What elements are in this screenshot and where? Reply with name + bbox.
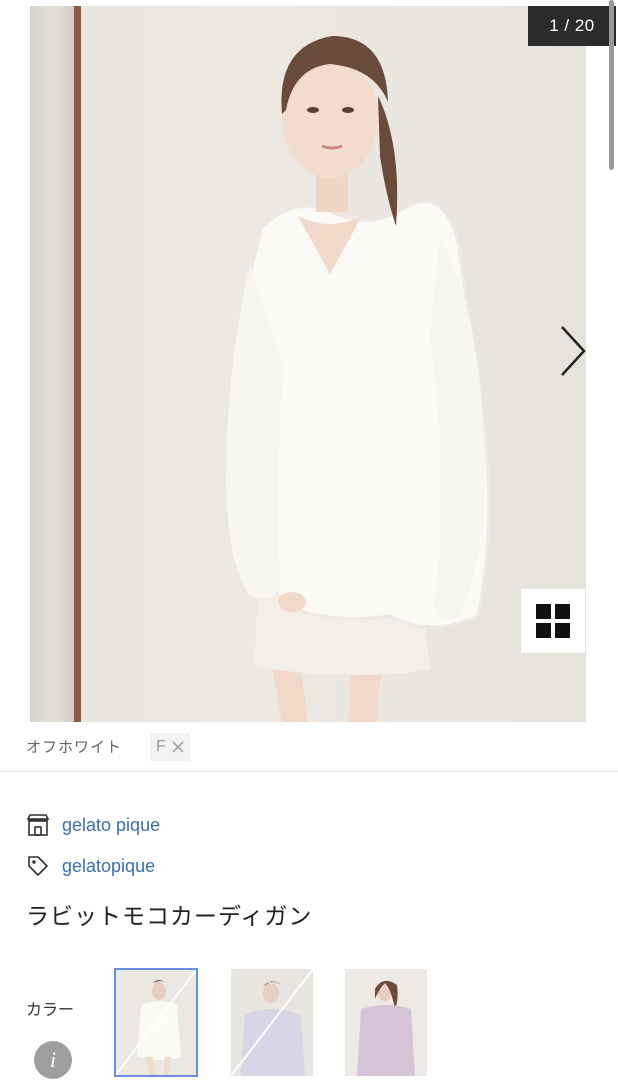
grid-view-button[interactable] (521, 589, 585, 653)
tag-icon (28, 856, 48, 876)
product-main-photo[interactable] (30, 6, 586, 722)
swatch-thumbnail (231, 969, 313, 1076)
color-swatch-off-white[interactable] (114, 968, 198, 1077)
chevron-right-icon (561, 326, 586, 376)
product-image-gallery[interactable]: 1 / 20 (0, 0, 618, 722)
selected-color-name: オフホワイト (26, 739, 123, 756)
size-chip[interactable]: F (150, 733, 190, 761)
tag-link[interactable]: gelatopique (62, 856, 155, 877)
brand-link[interactable]: gelato pique (62, 815, 160, 836)
model-illustration (226, 36, 491, 722)
info-icon: i (49, 1047, 57, 1072)
swatch-thumbnail (115, 969, 197, 1076)
size-chip-label: F (156, 738, 166, 755)
color-swatch-lavender[interactable] (231, 969, 313, 1076)
product-title: ラビットモコカーディガン (26, 903, 313, 929)
next-image-button[interactable] (556, 323, 590, 379)
page-scrollbar[interactable] (609, 0, 614, 170)
close-icon[interactable] (172, 741, 184, 753)
grid-view-icon (536, 604, 570, 638)
image-counter: 1 / 20 (528, 6, 616, 46)
color-swatch-pink[interactable] (345, 969, 427, 1076)
tag-link-row[interactable]: gelatopique (26, 853, 155, 879)
shop-icon (26, 814, 50, 836)
info-button[interactable]: i (34, 1041, 72, 1079)
color-selector-label: カラー (26, 1002, 75, 1019)
brand-link-row[interactable]: gelato pique (26, 812, 160, 838)
selected-option-row: オフホワイト F (0, 722, 618, 772)
swatch-thumbnail (345, 969, 427, 1076)
